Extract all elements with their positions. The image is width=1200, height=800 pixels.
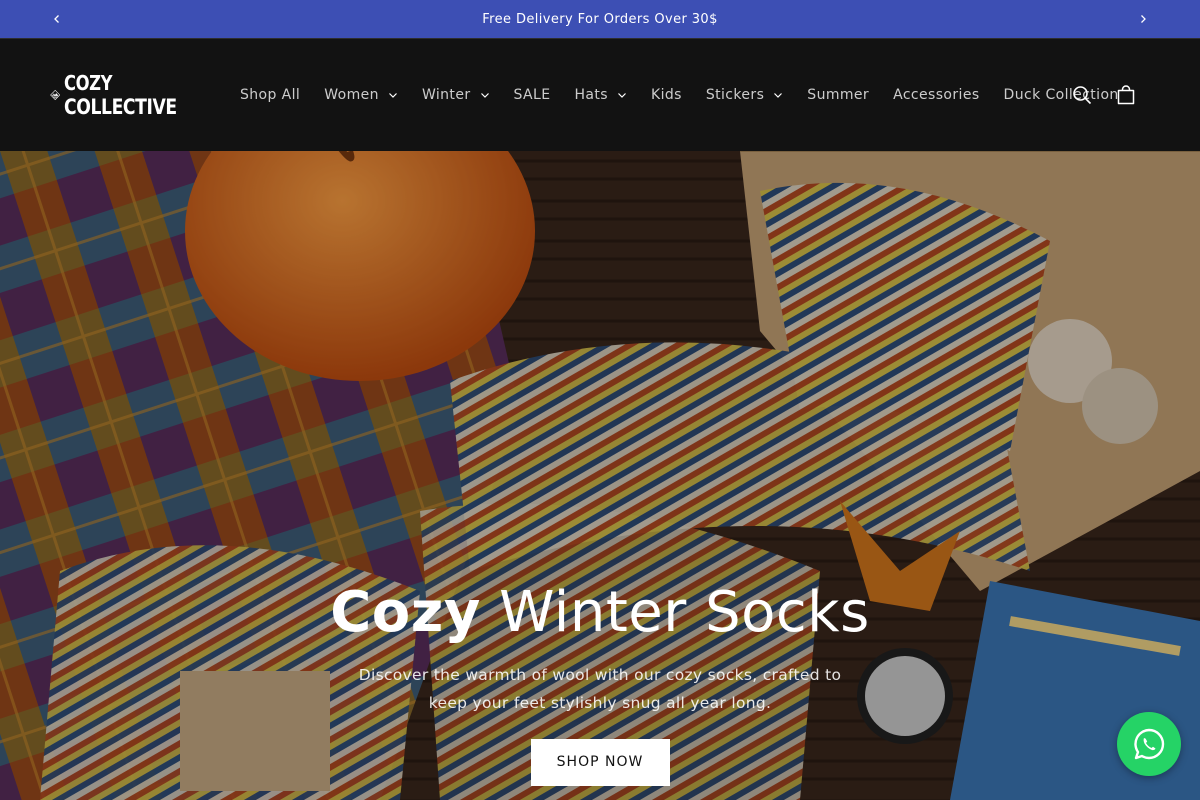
announcement-text: Free Delivery For Orders Over 30$ <box>482 11 718 27</box>
chevron-down-icon <box>480 93 489 98</box>
hero-banner: Cozy Winter Socks Discover the warmth of… <box>0 151 1200 800</box>
shop-now-button[interactable]: SHOP NOW <box>530 739 670 786</box>
nav-item-stickers[interactable]: Stickers <box>694 75 795 115</box>
main-nav: Shop All Women Winter SALE Hats Kids Sti… <box>228 39 1131 151</box>
nav-item-shop-all[interactable]: Shop All <box>228 75 312 115</box>
site-header: COZY COLLECTIVE Shop All Women Winter SA… <box>0 39 1200 151</box>
hero-title-bold: Cozy <box>330 580 481 645</box>
whatsapp-chat-button[interactable] <box>1117 712 1181 776</box>
nav-item-women[interactable]: Women <box>312 75 410 115</box>
nav-item-sale[interactable]: SALE <box>502 75 563 115</box>
nav-item-label: Winter <box>421 87 471 103</box>
announcement-bar: Free Delivery For Orders Over 30$ <box>0 0 1200 38</box>
nav-item-summer[interactable]: Summer <box>795 75 881 115</box>
nav-item-winter[interactable]: Winter <box>410 75 502 115</box>
nav-item-label: Accessories <box>893 87 980 103</box>
header-icons <box>1060 39 1148 151</box>
whatsapp-icon <box>1134 728 1165 760</box>
announcement-prev-button[interactable] <box>38 0 76 38</box>
announcement-next-button[interactable] <box>1124 0 1162 38</box>
logo-line-1: COZY <box>64 71 113 95</box>
nav-item-hats[interactable]: Hats <box>562 75 639 115</box>
brand-logo[interactable]: COZY COLLECTIVE <box>50 67 202 123</box>
nav-item-label: Shop All <box>240 87 301 103</box>
hero-title-rest: Winter Socks <box>480 580 870 645</box>
nav-item-label: Hats <box>574 87 608 103</box>
logo-line-2: COLLECTIVE <box>64 95 178 119</box>
nav-item-label: Kids <box>650 87 682 103</box>
cart-button[interactable] <box>1104 73 1148 117</box>
nav-item-kids[interactable]: Kids <box>639 75 694 115</box>
nav-item-label: SALE <box>513 87 551 103</box>
chevron-left-icon <box>54 15 59 23</box>
chevron-right-icon <box>1141 15 1146 23</box>
chevron-down-icon <box>618 93 626 98</box>
hero-title: Cozy Winter Socks <box>0 579 1200 647</box>
logo-text: COZY COLLECTIVE <box>64 71 177 119</box>
chevron-down-icon <box>774 93 783 98</box>
hero-subtitle: Discover the warmth of wool with our coz… <box>358 666 842 712</box>
nav-item-accessories[interactable]: Accessories <box>881 75 991 115</box>
nav-item-label: Stickers <box>705 87 765 103</box>
chevron-down-icon <box>389 93 397 98</box>
nav-item-label: Summer <box>807 87 870 103</box>
search-icon <box>1073 86 1092 105</box>
logo-mountain-icon <box>50 89 61 101</box>
nav-item-label: Women <box>324 87 379 103</box>
search-button[interactable] <box>1060 73 1104 117</box>
hero-content: Cozy Winter Socks Discover the warmth of… <box>0 579 1200 786</box>
cart-icon <box>1117 85 1135 105</box>
